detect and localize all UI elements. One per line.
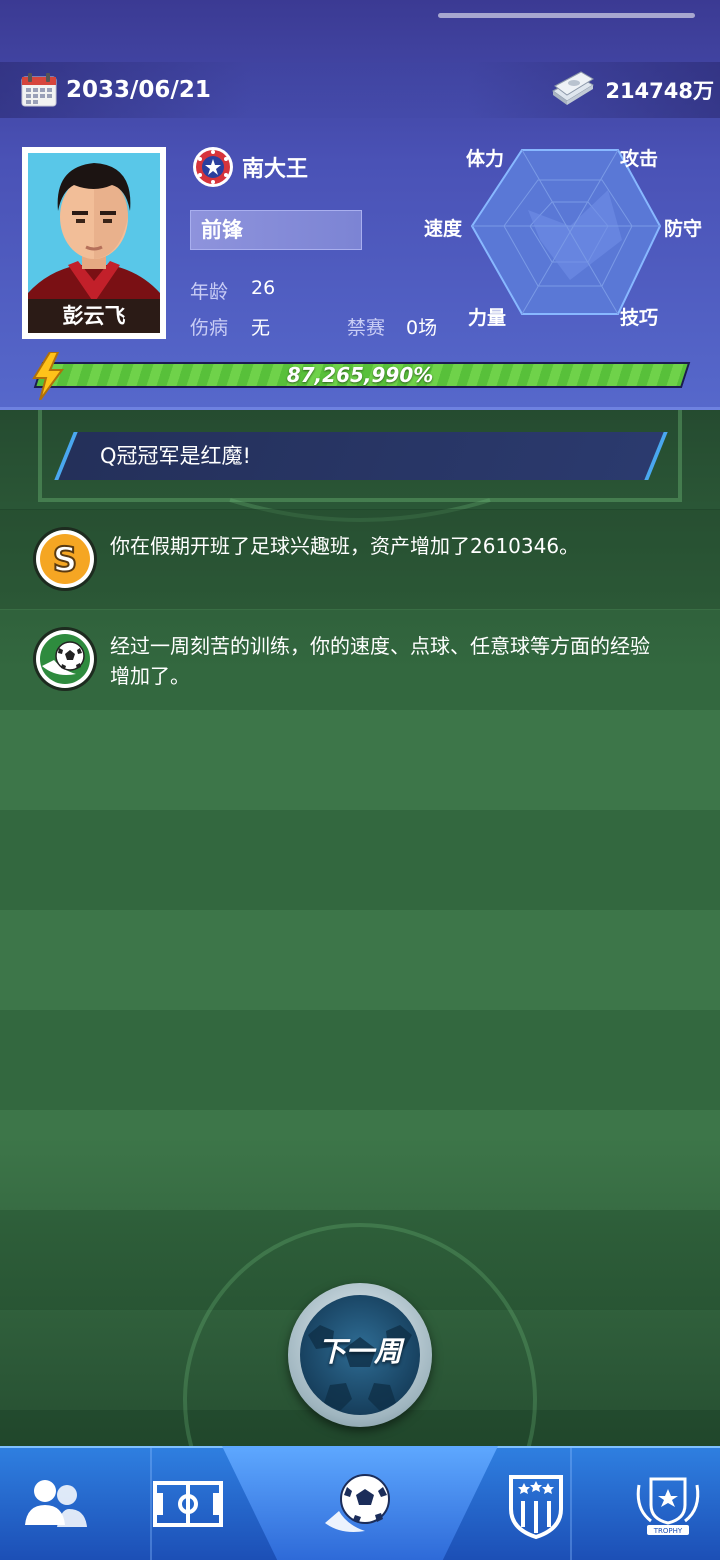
calendar-icon: [21, 73, 57, 107]
radar-label-attack: 攻击: [620, 148, 659, 170]
trophy-icon: TROPHY: [636, 1477, 700, 1535]
nav-item-match[interactable]: [310, 1456, 410, 1552]
position-tag: 前锋: [190, 210, 362, 250]
nav-item-trophy[interactable]: TROPHY: [618, 1456, 718, 1552]
player-name: 彭云飞: [28, 299, 160, 333]
radar-label-stamina: 体力: [466, 148, 505, 170]
radar-label-skill: 技巧: [620, 307, 659, 329]
trophy-icon-text: TROPHY: [653, 1527, 683, 1535]
team-badge-icon: [193, 147, 233, 187]
list-item: 经过一周刻苦的训练，你的速度、点球、任意球等方面的经验增加了。: [0, 609, 720, 709]
radar-label-strength: 力量: [468, 307, 507, 329]
pitch-icon: [153, 1481, 223, 1527]
injury-value: 无: [251, 317, 271, 339]
money-display: 214748万: [551, 70, 714, 110]
club-badge-icon: [509, 1475, 563, 1540]
radar-label-defense: 防守: [664, 218, 703, 240]
ban-label: 禁赛: [347, 317, 386, 339]
experience-text: 87,265,990%: [286, 363, 434, 387]
money-text: 214748万: [605, 79, 714, 103]
soccer-ball-icon: [325, 1474, 390, 1532]
next-week-label[interactable]: 下一周: [300, 1330, 420, 1370]
age-value: 26: [251, 277, 276, 299]
news-headline: Q冠冠军是红魔!: [100, 444, 251, 468]
nav-item-club[interactable]: [486, 1456, 586, 1552]
coin-s-icon: S: [33, 527, 97, 591]
radar-label-speed: 速度: [424, 218, 463, 240]
event-text: 经过一周刻苦的训练，你的速度、点球、任意球等方面的经验增加了。: [110, 634, 650, 688]
age-label: 年龄: [190, 281, 229, 303]
team-players-icon: [25, 1480, 87, 1527]
team-info[interactable]: 南大王: [192, 146, 308, 188]
event-text: 你在假期开班了足球兴趣班，资产增加了2610346。: [110, 534, 580, 558]
team-name: 南大王: [242, 157, 309, 182]
drag-handle[interactable]: [438, 13, 695, 18]
money-stack-icon: [552, 71, 595, 105]
list-item: S 你在假期开班了足球兴趣班，资产增加了2610346。: [0, 509, 720, 609]
nav-item-players[interactable]: [6, 1456, 106, 1552]
avatar: 彭云飞: [28, 153, 160, 333]
nav-item-pitch[interactable]: [138, 1456, 238, 1552]
svg-text:S: S: [53, 540, 78, 580]
soccer-ball-icon: [33, 627, 97, 691]
game-date: 2033/06/21: [20, 70, 211, 110]
attribute-radar: 体力 攻击 速度 防守 力量 技巧: [410, 130, 720, 340]
player-portrait[interactable]: 彭云飞: [22, 147, 166, 339]
injury-label: 伤病: [190, 317, 229, 339]
date-text: 2033/06/21: [66, 77, 211, 103]
